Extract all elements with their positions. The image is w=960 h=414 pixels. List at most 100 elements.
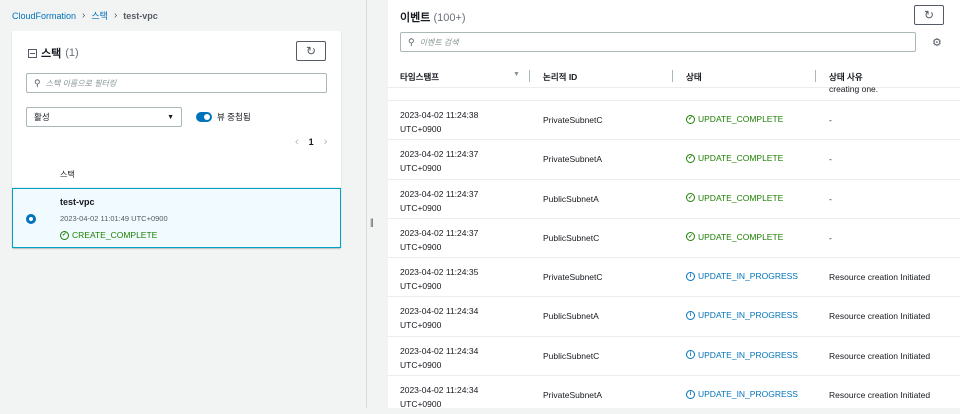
event-status-reason: - bbox=[829, 232, 832, 243]
event-status-reason: Resource creation Initiated bbox=[829, 390, 931, 401]
breadcrumb-cloudformation-link[interactable]: CloudFormation bbox=[12, 11, 76, 21]
event-status-text: UPDATE_IN_PROGRESS bbox=[698, 310, 798, 321]
stacks-title: 스택 bbox=[41, 48, 62, 60]
info-circle-icon: i bbox=[686, 389, 695, 399]
check-circle-icon: ✓ bbox=[686, 153, 695, 163]
event-logical-id: PrivateSubnetC bbox=[543, 272, 603, 283]
check-circle-icon: ✓ bbox=[686, 232, 695, 242]
event-status: i UPDATE_IN_PROGRESS bbox=[686, 389, 798, 399]
prev-page-icon[interactable]: ‹ bbox=[295, 136, 299, 148]
partial-row-reason: creating one. bbox=[829, 84, 879, 94]
event-status-reason: - bbox=[829, 193, 832, 204]
nested-view-toggle-wrap: 뷰 중첩됨 bbox=[196, 111, 251, 123]
nested-view-toggle[interactable] bbox=[196, 112, 212, 122]
event-status-text: UPDATE_IN_PROGRESS bbox=[698, 389, 798, 400]
events-count: (100+) bbox=[433, 12, 466, 24]
column-separator bbox=[529, 70, 530, 82]
col-status[interactable]: 상태 bbox=[686, 71, 702, 83]
event-timestamp: 2023-04-02 11:24:37 UTC+0900 bbox=[400, 147, 478, 175]
col-logical-id[interactable]: 논리적 ID bbox=[543, 71, 577, 83]
status-filter-value: 활성 bbox=[34, 112, 50, 122]
status-filter-select[interactable]: 활성 ▼ bbox=[26, 107, 182, 127]
event-timestamp: 2023-04-02 11:24:35 UTC+0900 bbox=[400, 265, 478, 293]
event-logical-id: PublicSubnetA bbox=[543, 311, 599, 322]
stacks-refresh-button[interactable]: ↻ bbox=[296, 41, 326, 61]
event-status: ✓ UPDATE_COMPLETE bbox=[686, 114, 783, 124]
event-timezone: UTC+0900 bbox=[400, 281, 442, 292]
gear-icon[interactable]: ⚙ bbox=[932, 36, 942, 49]
table-row: 2023-04-02 11:24:35 UTC+0900 PrivateSubnet… bbox=[388, 257, 960, 296]
stacks-filter-input[interactable]: ⚲ 스택 이름으로 필터링 bbox=[26, 73, 327, 93]
event-logical-id: PrivateSubnetC bbox=[543, 115, 603, 125]
next-page-icon[interactable]: › bbox=[324, 136, 328, 148]
event-status: i UPDATE_IN_PROGRESS bbox=[686, 271, 798, 281]
col-status-reason[interactable]: 상태 사유 bbox=[829, 71, 863, 83]
search-icon: ⚲ bbox=[408, 36, 415, 47]
events-panel: 이벤트 (100+) ↻ ⚲ 이벤트 검색 ⚙ 타임스탬프 ▼ 논리적 ID 상… bbox=[388, 0, 960, 409]
event-timezone: UTC+0900 bbox=[400, 163, 442, 174]
event-timezone: UTC+0900 bbox=[400, 359, 442, 370]
event-timestamp: 2023-04-02 11:24:37 UTC+0900 bbox=[400, 187, 478, 215]
event-status: ✓ UPDATE_COMPLETE bbox=[686, 153, 783, 163]
event-timezone: UTC+0900 bbox=[400, 320, 442, 331]
event-date: 2023-04-02 11:24:34 bbox=[400, 345, 479, 356]
event-status-reason: Resource creation Initiated bbox=[829, 350, 931, 361]
stack-row[interactable]: test-vpc 2023-04-02 11:01:49 UTC+0900 ✓ … bbox=[12, 188, 341, 248]
event-logical-id: PublicSubnetC bbox=[543, 350, 600, 361]
event-logical-id: PrivateSubnetA bbox=[543, 154, 603, 165]
event-status: ✓ UPDATE_COMPLETE bbox=[686, 193, 783, 203]
event-status-reason: Resource creation Initiated bbox=[829, 311, 931, 322]
event-timestamp: 2023-04-02 11:24:34 UTC+0900 bbox=[400, 304, 478, 332]
check-circle-icon: ✓ bbox=[686, 114, 695, 124]
stacks-filter-placeholder: 스택 이름으로 필터링 bbox=[45, 78, 117, 88]
event-date: 2023-04-02 11:24:38 bbox=[400, 110, 479, 120]
current-page[interactable]: 1 bbox=[309, 137, 314, 147]
nested-view-label: 뷰 중첩됨 bbox=[217, 112, 251, 122]
events-refresh-button[interactable]: ↻ bbox=[914, 5, 944, 25]
caret-down-icon: ▼ bbox=[167, 113, 174, 121]
table-row: 2023-04-02 11:24:38 UTC+0900 PrivateSubnet… bbox=[388, 100, 960, 139]
event-date: 2023-04-02 11:24:35 bbox=[400, 267, 479, 278]
panel-splitter[interactable] bbox=[366, 0, 367, 408]
event-status-text: UPDATE_COMPLETE bbox=[698, 114, 784, 124]
event-status: i UPDATE_IN_PROGRESS bbox=[686, 350, 798, 360]
breadcrumb-stacks-link[interactable]: 스택 bbox=[91, 9, 108, 22]
event-timestamp: 2023-04-02 11:24:38 UTC+0900 bbox=[400, 108, 478, 136]
chevron-right-icon: › bbox=[113, 10, 118, 21]
breadcrumb: CloudFormation › 스택 › test-vpc bbox=[12, 9, 158, 22]
event-date: 2023-04-02 11:24:37 bbox=[400, 227, 479, 238]
table-row: 2023-04-02 11:24:37 UTC+0900 PrivateSubnet… bbox=[388, 139, 960, 178]
event-timestamp: 2023-04-02 11:24:34 UTC+0900 bbox=[400, 383, 478, 411]
breadcrumb-current: test-vpc bbox=[123, 10, 158, 21]
event-status-reason: Resource creation Initiated bbox=[829, 272, 931, 283]
event-status-text: UPDATE_IN_PROGRESS bbox=[698, 349, 798, 360]
event-status-text: UPDATE_COMPLETE bbox=[698, 231, 784, 242]
stacks-panel-header: 스택 (1) bbox=[28, 45, 79, 61]
refresh-icon: ↻ bbox=[923, 8, 935, 22]
table-row: 2023-04-02 11:24:34 UTC+0900 PublicSubnetC… bbox=[388, 335, 960, 375]
event-timestamp: 2023-04-02 11:24:34 UTC+0900 bbox=[400, 344, 478, 372]
event-status: i UPDATE_IN_PROGRESS bbox=[686, 310, 798, 320]
collapse-icon[interactable] bbox=[28, 48, 37, 58]
stack-radio-selected[interactable] bbox=[26, 214, 36, 224]
event-date: 2023-04-02 11:24:34 bbox=[400, 385, 479, 396]
drag-handle-icon[interactable]: || bbox=[370, 217, 374, 227]
events-search-input[interactable]: ⚲ 이벤트 검색 bbox=[400, 32, 916, 52]
col-timestamp[interactable]: 타임스탬프 bbox=[400, 71, 439, 83]
stack-column-header: 스택 bbox=[60, 170, 75, 179]
stacks-count: (1) bbox=[65, 47, 79, 59]
event-date: 2023-04-02 11:24:34 bbox=[400, 306, 479, 317]
event-status: ✓ UPDATE_COMPLETE bbox=[686, 232, 783, 242]
event-timezone: UTC+0900 bbox=[400, 124, 442, 134]
table-row: 2023-04-02 11:24:34 UTC+0900 PrivateSubnet… bbox=[388, 375, 960, 414]
pagination: ‹ 1 › bbox=[295, 136, 327, 148]
sort-desc-icon[interactable]: ▼ bbox=[513, 71, 520, 78]
event-timezone: UTC+0900 bbox=[400, 399, 442, 410]
table-row: 2023-04-02 11:24:34 UTC+0900 PublicSubnetA… bbox=[388, 296, 960, 335]
event-logical-id: PublicSubnetC bbox=[543, 232, 600, 243]
refresh-icon: ↻ bbox=[305, 44, 317, 58]
stacks-panel: 스택 (1) ↻ ⚲ 스택 이름으로 필터링 활성 ▼ 뷰 중첩됨 ‹ 1 › … bbox=[12, 31, 341, 248]
stack-name[interactable]: test-vpc bbox=[60, 197, 95, 207]
event-status-text: UPDATE_COMPLETE bbox=[698, 192, 784, 203]
stack-status-text: CREATE_COMPLETE bbox=[72, 230, 158, 240]
